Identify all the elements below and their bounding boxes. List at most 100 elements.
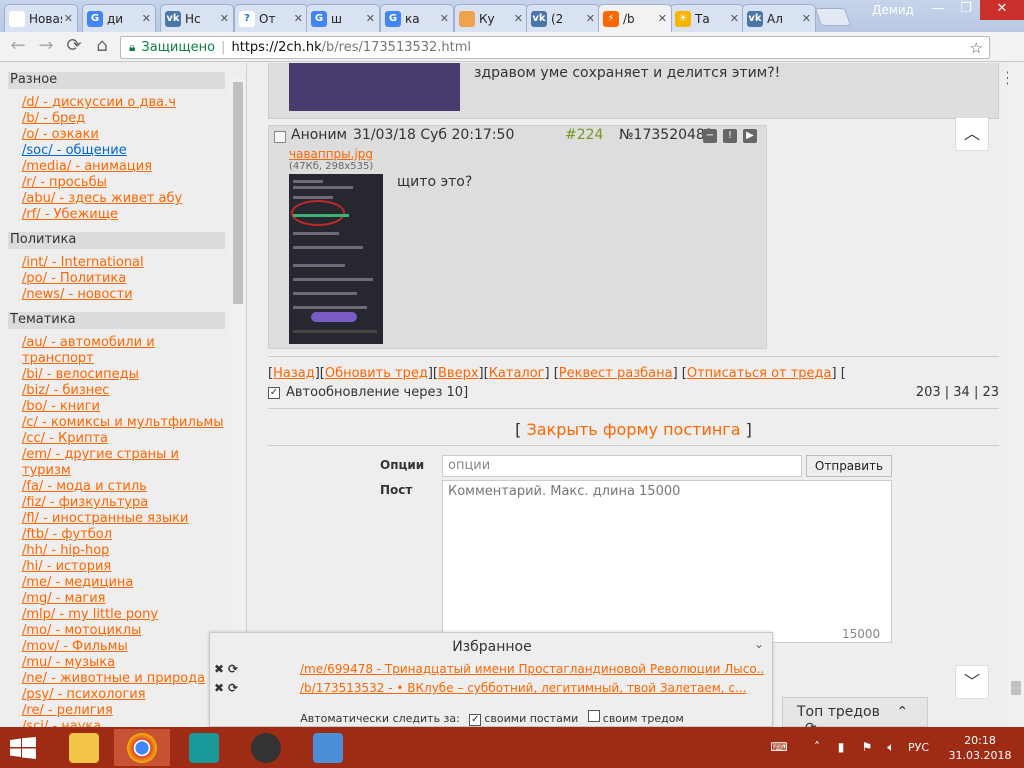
tab-close-icon[interactable]: ✕ xyxy=(586,12,595,25)
remove-icon[interactable]: ✖ xyxy=(214,662,228,676)
audio-app-taskbar-icon[interactable] xyxy=(238,729,294,766)
forward-icon[interactable]: → xyxy=(36,37,56,57)
report-icon[interactable]: ! xyxy=(723,129,737,143)
refresh-icon[interactable]: ⟳ xyxy=(228,681,242,695)
sidebar-scroll-thumb[interactable] xyxy=(233,82,243,304)
sidebar-board-link[interactable]: /au/ - автомобили и xyxy=(22,335,155,351)
reload-icon[interactable]: ⟳ xyxy=(64,37,84,57)
profile-name[interactable]: Демид xyxy=(862,3,924,21)
tab-close-icon[interactable]: ✕ xyxy=(366,12,375,25)
watch-posts-checkbox[interactable]: ✓ xyxy=(469,714,482,726)
scroll-up-button[interactable]: ︿ xyxy=(955,117,989,151)
sidebar-board-link[interactable]: /soc/ - общение xyxy=(22,143,127,159)
sidebar-board-link[interactable]: /po/ - Политика xyxy=(22,271,126,287)
sidebar-board-link[interactable]: /d/ - дискуссии о два.ч xyxy=(22,95,176,111)
hide-post-icon[interactable]: − xyxy=(703,129,717,143)
comment-textarea[interactable]: Комментарий. Макс. длина 15000 xyxy=(442,480,892,643)
sidebar-board-link[interactable]: /abu/ - здесь живет абу xyxy=(22,191,182,207)
sidebar-board-link[interactable]: /fl/ - иностранные языки xyxy=(22,511,188,527)
top-threads-button[interactable]: Топ тредов ⌃ ⟳ xyxy=(782,697,928,736)
restore-button[interactable]: ❐ xyxy=(952,0,980,20)
post-file-link[interactable]: чаваппры.jpg xyxy=(289,147,373,161)
tab-close-icon[interactable]: ✕ xyxy=(440,12,449,25)
home-icon[interactable]: ⌂ xyxy=(92,37,112,57)
sidebar-board-link[interactable]: /sci/ - наука xyxy=(22,719,101,727)
sidebar-board-link[interactable]: /ne/ - животные и природа xyxy=(22,671,205,687)
sidebar-board-link[interactable]: /re/ - религия xyxy=(22,703,113,719)
sidebar-board-link[interactable]: /mg/ - магия xyxy=(22,591,106,607)
sidebar-board-link[interactable]: /hh/ - hip-hop xyxy=(22,543,109,559)
catalog-link[interactable]: Каталог xyxy=(489,366,545,381)
post-number[interactable]: №173520482 xyxy=(619,127,714,143)
network-icon[interactable]: ▮ xyxy=(832,740,850,754)
tab-close-icon[interactable]: ✕ xyxy=(220,12,229,25)
tab-close-icon[interactable]: ✕ xyxy=(514,12,523,25)
volume-icon[interactable]: 🔈︎ xyxy=(882,740,900,754)
tab-close-icon[interactable]: ✕ xyxy=(802,12,811,25)
sidebar-board-link[interactable]: /em/ - другие страны и xyxy=(22,447,179,463)
post-image-thumbnail[interactable] xyxy=(289,174,383,344)
sidebar-board-link[interactable]: /hi/ - история xyxy=(22,559,111,575)
sidebar-board-link[interactable]: /fa/ - мода и стиль xyxy=(22,479,147,495)
sidebar-board-link[interactable]: /mo/ - мотоциклы xyxy=(22,623,141,639)
sidebar-board-link[interactable]: /bi/ - велосипеды xyxy=(22,367,139,383)
keyboard-icon[interactable]: ⌨ xyxy=(770,740,788,754)
tab[interactable]: Gди ✕ xyxy=(82,4,156,32)
new-tab-button[interactable] xyxy=(814,8,852,26)
watch-thread-checkbox[interactable] xyxy=(587,710,600,722)
sidebar-board-link[interactable]: туризм xyxy=(22,463,71,479)
scroll-up-link[interactable]: Вверх xyxy=(438,366,479,381)
sidebar-board-link[interactable]: /rf/ - Убежище xyxy=(22,207,118,223)
back-icon[interactable]: ← xyxy=(8,37,28,57)
close-window-button[interactable]: ✕ xyxy=(980,0,1024,20)
tab[interactable]: vk (2 ✕ xyxy=(526,4,600,32)
tab[interactable]: Новая✕ xyxy=(4,4,78,32)
flag-icon[interactable]: ⚑ xyxy=(858,740,876,754)
tab[interactable]: vk Ал ✕ xyxy=(742,4,816,32)
refresh-thread-link[interactable]: Обновить тред xyxy=(325,366,428,381)
scroll-down-button[interactable]: ﹀ xyxy=(955,665,989,699)
control-panel-taskbar-icon[interactable] xyxy=(300,729,356,766)
tab-close-icon[interactable]: ✕ xyxy=(294,12,303,25)
refresh-icon[interactable]: ⟳ xyxy=(228,662,242,676)
sidebar-scrollbar[interactable] xyxy=(231,78,245,727)
sidebar-board-link[interactable]: /media/ - анимация xyxy=(22,159,152,175)
page-scroll-thumb[interactable] xyxy=(1011,681,1021,695)
language-indicator[interactable]: РУС xyxy=(908,741,929,754)
remove-icon[interactable]: ✖ xyxy=(214,681,228,695)
sidebar-board-link[interactable]: /me/ - медицина xyxy=(22,575,133,591)
sidebar-board-link[interactable]: /int/ - International xyxy=(22,255,144,271)
chrome-taskbar-icon[interactable] xyxy=(114,729,170,766)
send-button[interactable]: Отправить xyxy=(806,455,892,477)
sidebar-board-link[interactable]: /o/ - оэкаки xyxy=(22,127,99,143)
sidebar-board-link[interactable]: /news/ - новости xyxy=(22,287,133,303)
close-form-link[interactable]: Закрыть форму постинга xyxy=(526,420,740,439)
options-input[interactable]: опции xyxy=(442,455,802,477)
tab-close-icon[interactable]: ✕ xyxy=(64,12,73,25)
sidebar-board-link[interactable]: /biz/ - бизнес xyxy=(22,383,109,399)
chevron-up-icon[interactable]: ⌃ xyxy=(896,704,908,720)
3dsmax-taskbar-icon[interactable] xyxy=(176,729,232,766)
favorite-link[interactable]: /b/173513532 - • ВКлубе – субботний, лег… xyxy=(300,681,746,695)
bookmark-star-icon[interactable]: ☆ xyxy=(970,39,983,57)
tab[interactable]: vk Нс ✕ xyxy=(160,4,234,32)
tab[interactable]: ⚡ /b ✕ xyxy=(598,4,672,32)
tab[interactable]: ? От ✕ xyxy=(234,4,308,32)
sidebar-board-link[interactable]: /mu/ - музыка xyxy=(22,655,115,671)
sidebar-board-link[interactable]: /mlp/ - my little pony xyxy=(22,607,158,623)
explorer-taskbar-icon[interactable] xyxy=(56,729,112,766)
sidebar-board-link[interactable]: /ftb/ - футбол xyxy=(22,527,112,543)
sidebar-board-link[interactable]: /bo/ - книги xyxy=(22,399,100,415)
windows-start-icon[interactable] xyxy=(10,737,36,759)
sidebar-board-link[interactable]: /cc/ - Крипта xyxy=(22,431,108,447)
sidebar-board-link[interactable]: /b/ - бред xyxy=(22,111,85,127)
show-hidden-icons-icon[interactable]: ˄ xyxy=(808,740,826,754)
sidebar-board-link[interactable]: /r/ - просьбы xyxy=(22,175,107,191)
sidebar-board-link[interactable]: /fiz/ - физкультура xyxy=(22,495,148,511)
system-clock[interactable]: 20:18 31.03.2018 xyxy=(943,733,1017,763)
sidebar-board-link[interactable]: /psy/ - психология xyxy=(22,687,146,703)
tab[interactable]: ☀ Та ✕ xyxy=(670,4,744,32)
tab-close-icon[interactable]: ✕ xyxy=(142,12,151,25)
sidebar-board-link[interactable]: /c/ - комиксы и мультфильмы xyxy=(22,415,224,431)
post-select-checkbox[interactable] xyxy=(274,131,286,143)
